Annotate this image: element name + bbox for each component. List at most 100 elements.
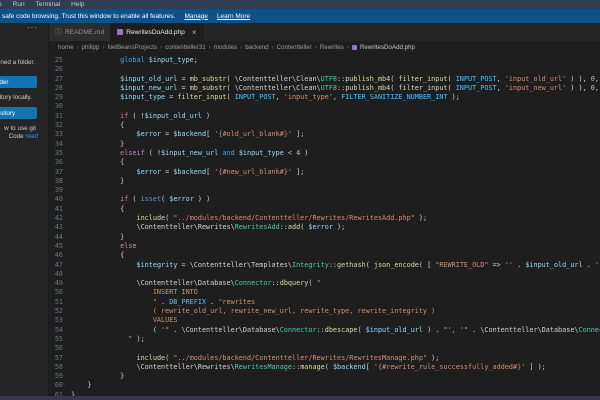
breadcrumb-item[interactable]: home (58, 44, 73, 51)
line-number[interactable]: 50 (49, 288, 63, 297)
breadcrumb-item[interactable]: Rewrites (320, 44, 344, 51)
clone-repository-button[interactable]: Clone Repository (0, 107, 37, 119)
code-line[interactable]: 26 (49, 65, 600, 74)
code-line[interactable]: 61} (49, 391, 600, 396)
learn-more-link[interactable]: Learn More (217, 13, 250, 20)
code-line[interactable]: 49 \Contentteller\Database\Connector::db… (49, 279, 600, 288)
status-bar[interactable] (0, 396, 600, 400)
breadcrumb-item[interactable]: NetBeansProjects (108, 44, 158, 51)
line-number[interactable]: 43 (49, 223, 63, 232)
breadcrumb-item[interactable]: philipp (82, 44, 100, 51)
line-number[interactable]: 58 (49, 363, 63, 372)
line-number[interactable]: 28 (49, 84, 63, 93)
code-line[interactable]: 56 (49, 344, 600, 353)
manage-link[interactable]: Manage (184, 13, 208, 20)
code-line[interactable]: 33 $error = $backend[ '{#old_url_blank#}… (49, 130, 600, 139)
line-number[interactable]: 34 (49, 140, 63, 149)
code-line[interactable]: 46 { (49, 251, 600, 260)
code-text: { (63, 205, 124, 214)
code-line[interactable]: 40 if ( isset( $error ) ) (49, 195, 600, 204)
line-number[interactable]: 36 (49, 158, 63, 167)
read-docs-link[interactable]: read (25, 133, 38, 140)
menu-item-help[interactable]: Help (71, 1, 84, 8)
line-number[interactable]: 33 (49, 130, 63, 139)
code-line[interactable]: 57 include( "../modules/backend/Contentt… (49, 354, 600, 363)
more-actions-icon[interactable]: ··· (27, 23, 38, 32)
line-number[interactable]: 37 (49, 168, 63, 177)
code-line[interactable]: 36 { (49, 158, 600, 167)
line-number[interactable]: 54 (49, 326, 63, 335)
code-line[interactable]: 27 $input_old_url = mb_substr( \Contentt… (49, 75, 600, 84)
code-line[interactable]: 39 (49, 186, 600, 195)
code-line[interactable]: 25 global $input_type; (49, 56, 600, 65)
line-number[interactable]: 25 (49, 56, 63, 65)
code-editor[interactable]: 25 global $input_type;2627 $input_old_ur… (49, 53, 600, 396)
code-line[interactable]: 54 ( '" . \Contentteller\Database\Connec… (49, 326, 600, 335)
code-line[interactable]: 50 INSERT INTO (49, 288, 600, 297)
breadcrumb-item[interactable]: backend (245, 44, 268, 51)
line-number[interactable]: 60 (49, 381, 63, 390)
code-line[interactable]: 42 include( "../modules/backend/Contentt… (49, 214, 600, 223)
code-line[interactable]: 38 } (49, 177, 600, 186)
code-line[interactable]: 45 else (49, 242, 600, 251)
line-number[interactable]: 32 (49, 121, 63, 130)
code-line[interactable]: 32 { (49, 121, 600, 130)
tab-rewritesdoadd-php[interactable]: RewritesDoAdd.php × (111, 23, 203, 41)
code-line[interactable]: 28 $input_new_url = mb_substr( \Contentt… (49, 84, 600, 93)
menu-item-terminal[interactable]: Terminal (36, 1, 61, 8)
code-line[interactable]: 48 (49, 270, 600, 279)
tab-readme-md[interactable]: ⓘ README.md (49, 23, 111, 41)
breadcrumb-item[interactable]: modules (214, 44, 237, 51)
code-line[interactable]: 37 $error = $backend[ '{#new_url_blank#}… (49, 168, 600, 177)
code-line[interactable]: 41 { (49, 205, 600, 214)
code-line[interactable]: 58 \Contentteller\Rewrites\RewritesManag… (49, 363, 600, 372)
line-number[interactable]: 41 (49, 205, 63, 214)
code-line[interactable]: 60 } (49, 381, 600, 390)
menu-item-go[interactable]: Go (0, 1, 2, 8)
code-line[interactable]: 43 \Contentteller\Rewrites\RewritesAdd::… (49, 223, 600, 232)
code-text: include( "../modules/backend/Contenttell… (63, 354, 439, 363)
code-line[interactable]: 51 " . DB_PREFIX . "rewrites (49, 298, 600, 307)
line-number[interactable]: 49 (49, 279, 63, 288)
code-line[interactable]: 31 if ( !$input_old_url ) (49, 112, 600, 121)
line-number[interactable]: 47 (49, 261, 63, 270)
line-number[interactable]: 44 (49, 233, 63, 242)
line-number[interactable]: 40 (49, 195, 63, 204)
line-number[interactable]: 57 (49, 354, 63, 363)
line-number[interactable]: 55 (49, 335, 63, 344)
line-number[interactable]: 27 (49, 75, 63, 84)
line-number[interactable]: 38 (49, 177, 63, 186)
code-line[interactable]: 44 } (49, 233, 600, 242)
line-number[interactable]: 51 (49, 298, 63, 307)
code-line[interactable]: 52 ( rewrite_old_url, rewrite_new_url, r… (49, 307, 600, 316)
breadcrumb-item[interactable]: Contentteller (277, 44, 312, 51)
code-line[interactable]: 53 VALUES (49, 316, 600, 325)
line-number[interactable]: 59 (49, 372, 63, 381)
code-line[interactable]: 35 elseif ( !$input_new_url and $input_t… (49, 149, 600, 158)
line-number[interactable]: 39 (49, 186, 63, 195)
line-number[interactable]: 42 (49, 214, 63, 223)
code-line[interactable]: 47 $integrity = \Contentteller\Templates… (49, 261, 600, 270)
line-number[interactable]: 56 (49, 344, 63, 353)
code-line[interactable]: 29 $input_type = filter_input( INPUT_POS… (49, 93, 600, 102)
line-number[interactable]: 29 (49, 93, 63, 102)
code-line[interactable]: 55 " ); (49, 335, 600, 344)
menu-item-run[interactable]: Run (13, 1, 25, 8)
breadcrumb-item[interactable]: RewritesDoAdd.php (360, 44, 415, 51)
line-number[interactable]: 46 (49, 251, 63, 260)
line-number[interactable]: 53 (49, 316, 63, 325)
code-line[interactable]: 59 } (49, 372, 600, 381)
close-tab-icon[interactable]: × (192, 28, 197, 37)
line-number[interactable]: 30 (49, 102, 63, 111)
line-number[interactable]: 31 (49, 112, 63, 121)
line-number[interactable]: 48 (49, 270, 63, 279)
line-number[interactable]: 45 (49, 242, 63, 251)
breadcrumb-item[interactable]: contentteller31 (165, 44, 206, 51)
open-folder-button[interactable]: Open Folder (0, 76, 37, 88)
line-number[interactable]: 61 (49, 391, 63, 396)
code-line[interactable]: 34 } (49, 140, 600, 149)
line-number[interactable]: 35 (49, 149, 63, 158)
line-number[interactable]: 52 (49, 307, 63, 316)
line-number[interactable]: 26 (49, 65, 63, 74)
code-line[interactable]: 30 (49, 102, 600, 111)
